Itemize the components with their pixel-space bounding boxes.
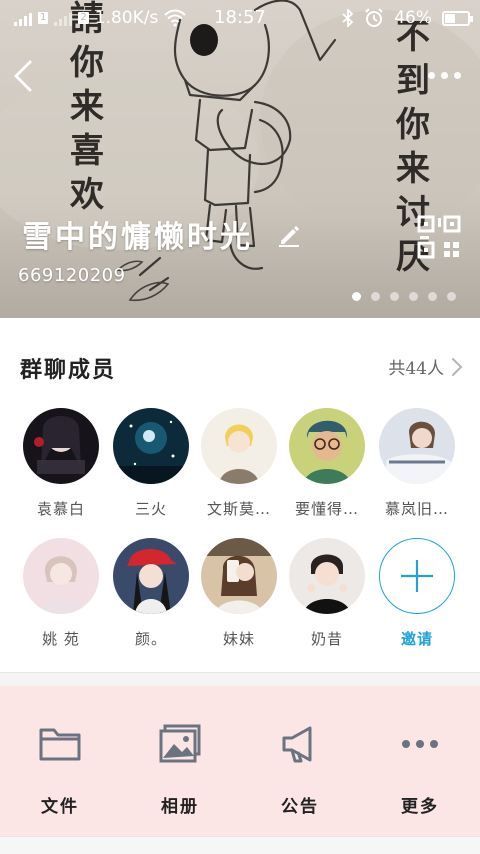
avatar: [113, 538, 189, 614]
battery-icon: [442, 10, 473, 26]
member-item[interactable]: 三火: [102, 408, 198, 528]
more-label: 更多: [401, 797, 439, 817]
member-item[interactable]: 颜。: [102, 538, 198, 658]
member-name: 文斯莫…: [206, 500, 271, 518]
pager-dot: [447, 292, 456, 301]
back-button[interactable]: [8, 56, 40, 96]
member-name: 颜。: [134, 630, 167, 648]
bottom-edge: [0, 836, 480, 854]
album-label: 相册: [161, 797, 199, 817]
member-name: 姚 苑: [42, 630, 80, 648]
sim2-badge: 2: [78, 12, 89, 24]
files-button[interactable]: 文件: [0, 686, 120, 836]
group-cover-banner[interactable]: 請你来喜欢 不到你来讨厌 1 2 1.80K/s 18:57: [0, 0, 480, 318]
invite-button[interactable]: 邀请: [368, 538, 464, 658]
members-count-link[interactable]: 共44人: [388, 354, 464, 379]
section-divider: [0, 672, 480, 686]
files-label: 文件: [41, 797, 79, 817]
status-bar: 1 2 1.80K/s 18:57 46%: [0, 0, 480, 36]
pager-dot: [371, 292, 380, 301]
member-name: 慕岚旧…: [384, 500, 449, 518]
qr-code-icon[interactable]: [416, 214, 462, 260]
members-title: 群聊成员: [20, 357, 117, 383]
album-button[interactable]: 相册: [120, 686, 240, 836]
wifi-icon: [164, 9, 187, 27]
group-name: 雪中的慵懒时光: [22, 220, 253, 255]
avatar: [289, 538, 365, 614]
pager-dot: [409, 292, 418, 301]
signal-icon: [14, 10, 32, 26]
banner-page-indicator: [352, 292, 456, 301]
network-speed: 1.80K/s: [94, 8, 159, 28]
avatar: [379, 408, 455, 484]
member-name: 奶昔: [310, 630, 343, 648]
invite-label: 邀请: [400, 630, 433, 648]
announcement-button[interactable]: 公告: [240, 686, 360, 836]
member-name: 三火: [134, 500, 167, 518]
album-icon: [159, 724, 201, 763]
member-name: 要懂得…: [294, 500, 359, 518]
clock: 18:57: [214, 7, 266, 28]
battery-percent: 46%: [394, 8, 432, 28]
avatar: [201, 408, 277, 484]
member-item[interactable]: 袁慕白: [12, 408, 108, 528]
member-item[interactable]: 妹妹: [190, 538, 286, 658]
member-item[interactable]: 姚 苑: [12, 538, 108, 658]
more-options-button[interactable]: [428, 64, 466, 86]
folder-icon: [39, 728, 81, 761]
megaphone-icon: [282, 726, 312, 763]
member-item[interactable]: 奶昔: [278, 538, 374, 658]
avatar: [113, 408, 189, 484]
group-id: 669120209: [18, 265, 126, 286]
pager-dot: [390, 292, 399, 301]
member-item[interactable]: 要懂得…: [278, 408, 374, 528]
group-members-section: 群聊成员 共44人 袁慕白 三火 文斯莫… 要懂得… 慕岚旧… 姚 苑 颜。 妹…: [0, 318, 480, 672]
sim1-badge: 1: [38, 12, 49, 24]
signal-icon-2: [54, 10, 73, 26]
group-actions-bar: 文件 相册 公告 更多: [0, 686, 480, 836]
members-count: 共44人: [388, 359, 444, 379]
more-dots-icon: [402, 740, 438, 748]
member-name: 妹妹: [222, 630, 255, 648]
member-item[interactable]: 慕岚旧…: [368, 408, 464, 528]
avatar: [23, 408, 99, 484]
alarm-icon: [365, 8, 383, 27]
avatar: [201, 538, 277, 614]
bluetooth-icon: [342, 9, 354, 27]
announcement-label: 公告: [281, 797, 319, 817]
more-button[interactable]: 更多: [360, 686, 480, 836]
chevron-right-icon: [452, 357, 463, 376]
avatar: [289, 408, 365, 484]
avatar: [23, 538, 99, 614]
member-item[interactable]: 文斯莫…: [190, 408, 286, 528]
plus-icon: [401, 560, 433, 592]
pager-dot: [428, 292, 437, 301]
member-name: 袁慕白: [36, 500, 85, 518]
pager-dot: [352, 292, 361, 301]
edit-icon[interactable]: [276, 222, 302, 248]
